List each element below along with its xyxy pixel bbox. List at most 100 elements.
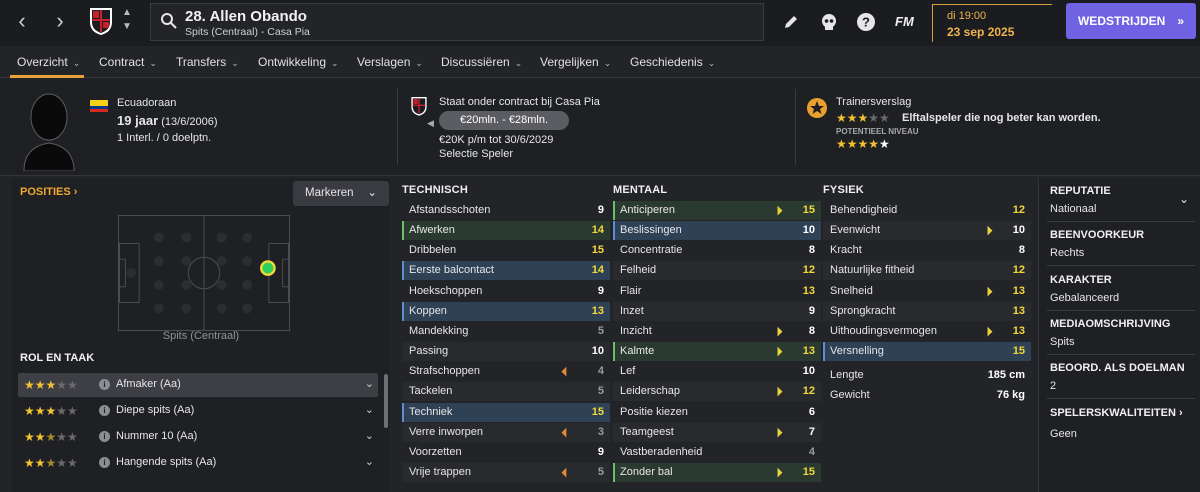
forward-icon[interactable]: › <box>46 8 74 36</box>
attribute-row[interactable]: Natuurlijke fitheid 12 <box>823 261 1031 281</box>
attribute-row[interactable]: Dribbelen 15 <box>402 241 610 261</box>
attribute-row[interactable]: Snelheid ◢ 13 <box>823 281 1031 301</box>
role-row-nummer-10[interactable]: ★★★★★ i Nummer 10 (Aa) ⌄ <box>18 425 378 449</box>
back-icon[interactable]: ‹ <box>8 8 36 36</box>
tab-geschiedenis[interactable]: Geschiedenis ⌄ <box>630 55 715 69</box>
attribute-row[interactable]: Concentratie 8 <box>613 241 821 261</box>
svg-text:?: ? <box>862 15 870 30</box>
attribute-row[interactable]: Beslissingen 10 <box>613 221 821 241</box>
transfer-value-pill[interactable]: ◀ €20mln. - €28mln. <box>427 111 569 130</box>
attribute-row[interactable]: Inzicht ◢ 8 <box>613 321 821 341</box>
attribute-row[interactable]: Kracht 8 <box>823 241 1031 261</box>
player-traits-heading[interactable]: SPELERSKWALITEITEN › <box>1050 407 1183 419</box>
attribute-label: Evenwicht <box>830 224 881 237</box>
attribute-row[interactable]: Afstandsschoten 9 <box>402 201 610 220</box>
attribute-value: 8 <box>808 324 815 337</box>
attribute-row[interactable]: Inzet 9 <box>613 301 821 321</box>
tab-contract[interactable]: Contract ⌄ <box>99 55 157 69</box>
chevron-down-icon[interactable]: ⌄ <box>1179 192 1189 206</box>
tab-overzicht[interactable]: Overzicht ⌄ <box>17 55 80 69</box>
chevron-down-icon: ⌄ <box>331 58 339 68</box>
attribute-label: Anticiperen <box>620 204 676 216</box>
attribute-row[interactable]: Mandekking 5 <box>402 321 610 341</box>
tab-discussieren[interactable]: Discussiëren ⌄ <box>441 55 522 69</box>
attribute-row[interactable]: Anticiperen ◢ 15 <box>613 201 821 220</box>
attribute-row[interactable]: Leiderschap ◢ 12 <box>613 382 821 402</box>
attribute-value: 4 <box>808 445 815 458</box>
role-stars: ★★★★★ <box>24 404 78 418</box>
top-bar: ‹ › ▲ ▼ 28. Allen Obando Spits (Centraal)… <box>0 0 1200 46</box>
highlight-dropdown[interactable]: Markeren ⌄ <box>293 181 389 206</box>
player-info-panel: REPUTATIE ⌄ Nationaal BEENVOORKEUR Recht… <box>1038 178 1200 492</box>
attribute-row[interactable]: Hoekschoppen 9 <box>402 281 610 301</box>
fm-logo[interactable]: FM <box>895 14 914 29</box>
positions-title[interactable]: POSITIES › <box>20 186 77 198</box>
skull-icon[interactable] <box>818 11 840 33</box>
attribute-label: Dribbelen <box>409 244 457 257</box>
attribute-row[interactable]: Passing 10 <box>402 342 610 362</box>
divider <box>397 89 398 165</box>
attribute-value: 14 <box>591 224 604 237</box>
role-row-hangende-spits[interactable]: ★★★★★ i Hangende spits (Aa) ⌄ <box>18 451 378 475</box>
tab-vergelijken[interactable]: Vergelijken ⌄ <box>540 55 611 69</box>
divider <box>1047 221 1195 222</box>
info-icon[interactable]: i <box>99 431 110 442</box>
divider <box>1047 354 1195 355</box>
chevron-down-icon: ⌄ <box>707 58 716 68</box>
info-icon[interactable]: i <box>99 379 110 390</box>
role-row-diepe-spits[interactable]: ★★★★★ i Diepe spits (Aa) ⌄ <box>18 399 378 423</box>
attribute-label: Vastberadenheid <box>620 445 703 458</box>
attribute-row[interactable]: Teamgeest ◢ 7 <box>613 422 821 442</box>
wage-contract: €20K p/m tot 30/6/2029 <box>439 134 554 146</box>
attribute-value: 10 <box>591 345 604 358</box>
attribute-label: Sprongkracht <box>830 304 896 317</box>
player-search-box[interactable]: 28. Allen Obando Spits (Centraal) - Casa… <box>150 3 764 41</box>
attribute-row[interactable]: Vastberadenheid 4 <box>613 442 821 462</box>
role-row-afmaker[interactable]: ★★★★★ i Afmaker (Aa) ⌄ <box>18 373 378 397</box>
attribute-row[interactable]: Strafschoppen ◣ 4 <box>402 362 610 382</box>
continue-button[interactable]: WEDSTRIJDEN » <box>1066 3 1196 39</box>
attribute-row[interactable]: Positie kiezen 6 <box>613 402 821 422</box>
edit-pencil-icon[interactable] <box>780 11 802 33</box>
attribute-row[interactable]: Koppen 13 <box>402 301 610 321</box>
attribute-row[interactable]: Kalmte ◢ 13 <box>613 342 821 362</box>
active-tab-indicator <box>10 75 84 78</box>
info-icon[interactable]: i <box>99 457 110 468</box>
attribute-row[interactable]: Evenwicht ◢ 10 <box>823 221 1031 241</box>
attribute-row[interactable]: Afwerken 14 <box>402 221 610 241</box>
help-icon[interactable]: ? <box>855 11 877 33</box>
attribute-row[interactable]: Behendigheid 12 <box>823 201 1031 220</box>
attribute-row[interactable]: Verre inworpen ◣ 3 <box>402 422 610 442</box>
attribute-value: 8 <box>808 244 815 257</box>
roles-scrollbar[interactable] <box>384 374 388 428</box>
attribute-row[interactable]: Lef 10 <box>613 362 821 382</box>
club-crest-icon[interactable] <box>88 6 114 36</box>
attribute-row[interactable]: Vrije trappen ◣ 5 <box>402 462 610 482</box>
attribute-row[interactable]: Sprongkracht 13 <box>823 301 1031 321</box>
media-value: Spits <box>1050 336 1075 348</box>
attribute-row[interactable]: Versnelling 15 <box>823 342 1031 362</box>
attribute-label: Inzet <box>620 304 644 317</box>
attribute-label: Snelheid <box>830 284 873 297</box>
club-switch-icon[interactable]: ▲ ▼ <box>120 6 134 36</box>
attribute-label: Uithoudingsvermogen <box>830 324 938 337</box>
attribute-row[interactable]: Eerste balcontact 14 <box>402 261 610 281</box>
tab-ontwikkeling[interactable]: Ontwikkeling ⌄ <box>258 55 339 69</box>
attribute-row[interactable]: Tackelen 5 <box>402 382 610 402</box>
role-name: Nummer 10 (Aa) <box>116 430 198 442</box>
attribute-row[interactable]: Felheid 12 <box>613 261 821 281</box>
attribute-row[interactable]: Voorzetten 9 <box>402 442 610 462</box>
role-name: Diepe spits (Aa) <box>116 404 195 416</box>
report-text: Elftalspeler die nog beter kan worden. <box>902 112 1101 124</box>
attribute-value: 6 <box>808 405 815 418</box>
tab-verslagen[interactable]: Verslagen ⌄ <box>357 55 423 69</box>
attribute-row[interactable]: Uithoudingsvermogen ◢ 13 <box>823 321 1031 341</box>
attribute-row[interactable]: Flair 13 <box>613 281 821 301</box>
attribute-row[interactable]: Techniek 15 <box>402 402 610 422</box>
tab-transfers[interactable]: Transfers ⌄ <box>176 55 239 69</box>
attribute-label: Verre inworpen <box>409 425 483 438</box>
chevron-down-icon: ⌄ <box>603 58 612 68</box>
length-value: 185 cm <box>987 369 1025 381</box>
attribute-row[interactable]: Zonder bal ◢ 15 <box>613 462 821 482</box>
info-icon[interactable]: i <box>99 405 110 416</box>
